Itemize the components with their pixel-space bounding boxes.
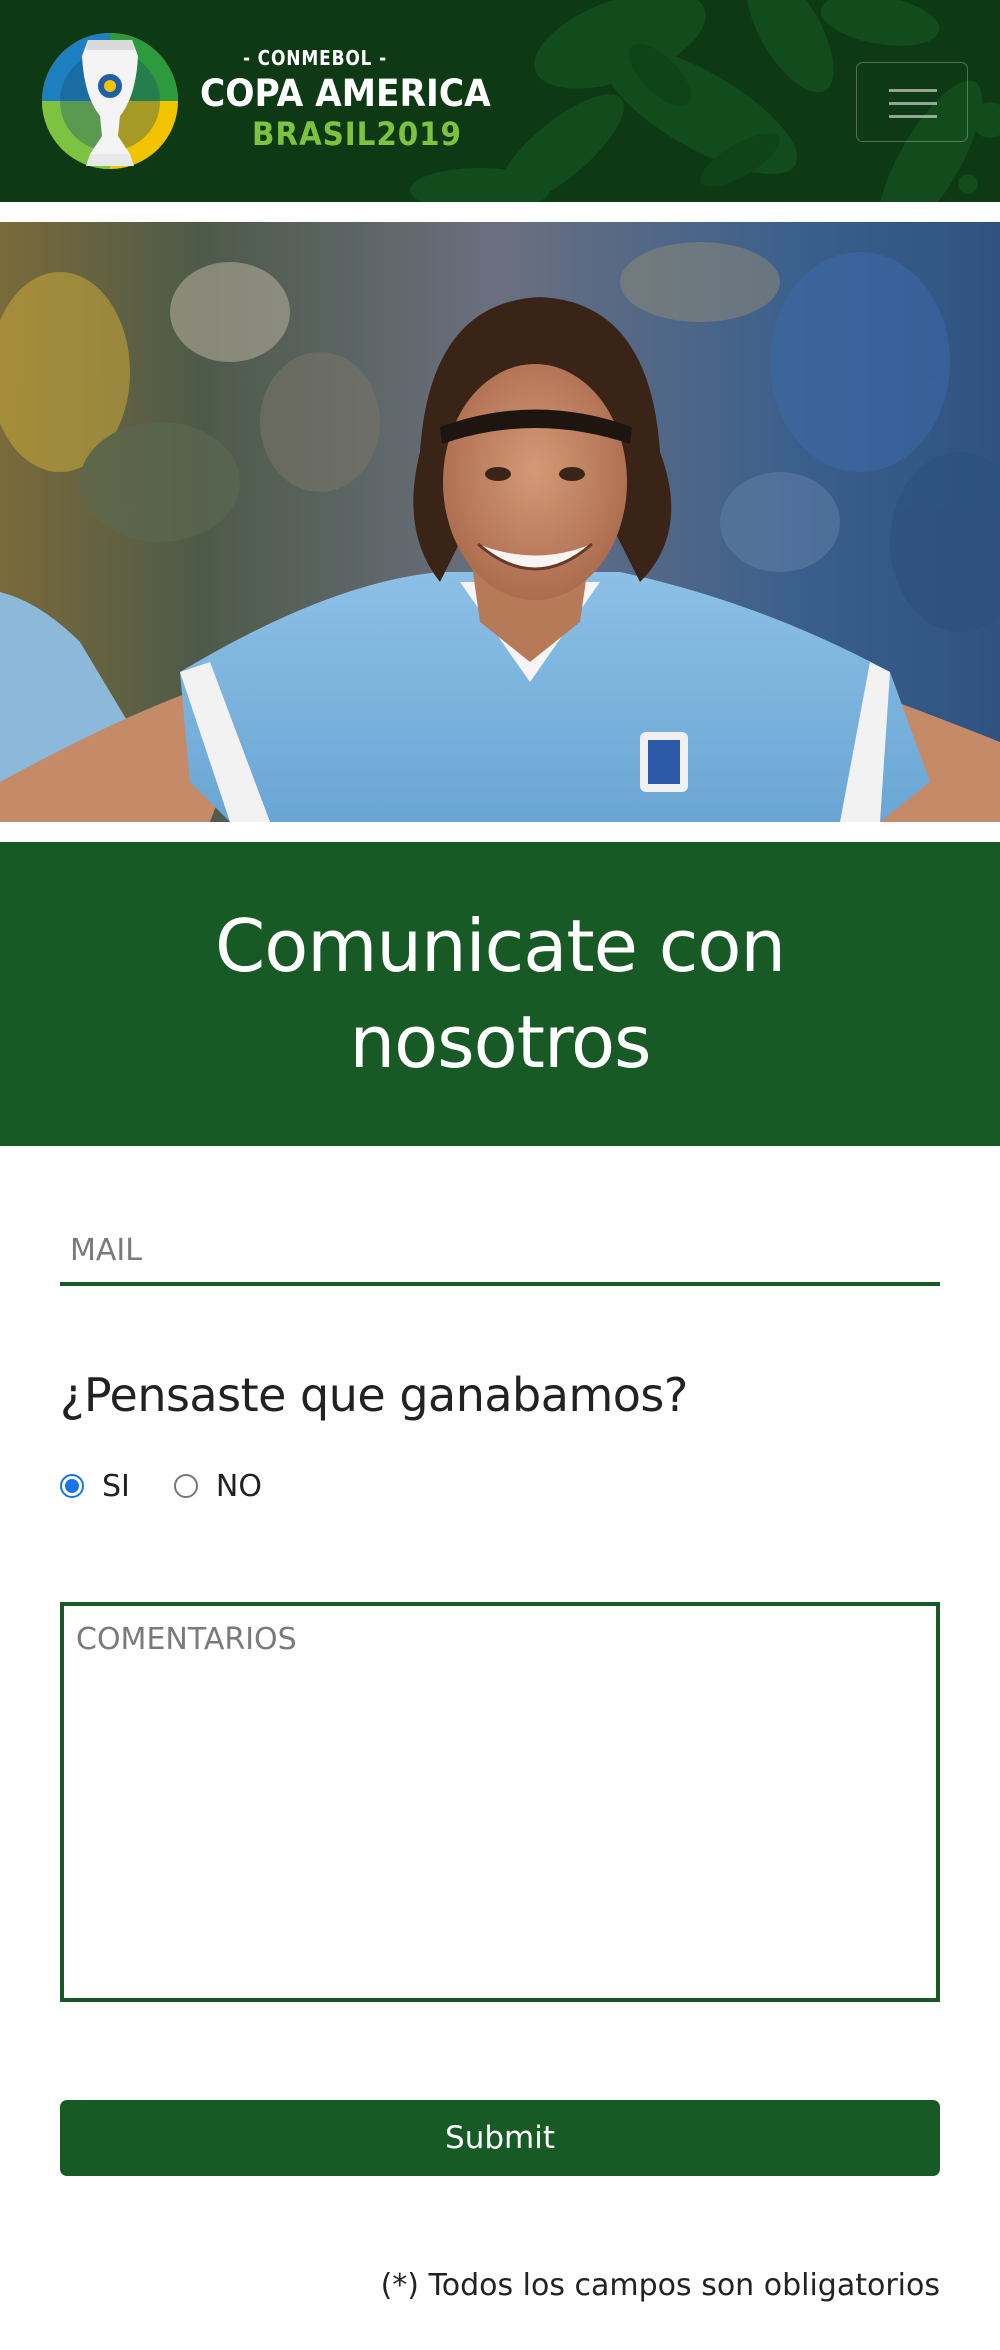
radio-label-si: SI: [102, 1468, 130, 1504]
email-field[interactable]: [60, 1218, 940, 1286]
player-celebrating-photo: [0, 222, 1000, 822]
logo-conmebol-text: - CONMEBOL -: [242, 46, 388, 70]
radio-button-no[interactable]: [173, 1474, 198, 1498]
radio-button-si[interactable]: [60, 1474, 84, 1498]
radio-label-no: NO: [215, 1468, 262, 1504]
submit-button[interactable]: Submit: [60, 2100, 940, 2176]
logo-wordmark: - CONMEBOL - COPA AMERICA BRASIL2019: [200, 46, 530, 153]
menu-toggle-button[interactable]: [856, 62, 968, 142]
hero-image: [0, 222, 1000, 822]
hamburger-icon-bar-3: [889, 115, 937, 118]
comments-textarea[interactable]: [60, 1602, 940, 2002]
contact-banner: Comunicate con nosotros: [0, 842, 1000, 1146]
radio-option-si[interactable]: SI: [60, 1469, 130, 1504]
copa-america-logo[interactable]: - CONMEBOL - COPA AMERICA BRASIL2019: [40, 26, 520, 176]
hamburger-icon-bar-2: [889, 102, 937, 105]
site-header: - CONMEBOL - COPA AMERICA BRASIL2019: [0, 0, 1000, 202]
question-label: ¿Pensaste que ganabamos?: [60, 1368, 688, 1422]
logo-copa-america-text: COPA AMERICA: [200, 72, 491, 115]
trophy-emblem-icon: [42, 33, 178, 169]
required-fields-note: (*) Todos los campos son obligatorios: [380, 2268, 940, 2303]
logo-brasil-text: BRASIL2019: [252, 115, 462, 153]
radio-group: SI NO: [60, 1464, 306, 1508]
page-title: Comunicate con nosotros: [214, 904, 786, 1084]
radio-option-no[interactable]: NO: [173, 1468, 262, 1504]
hamburger-icon: [889, 89, 937, 92]
